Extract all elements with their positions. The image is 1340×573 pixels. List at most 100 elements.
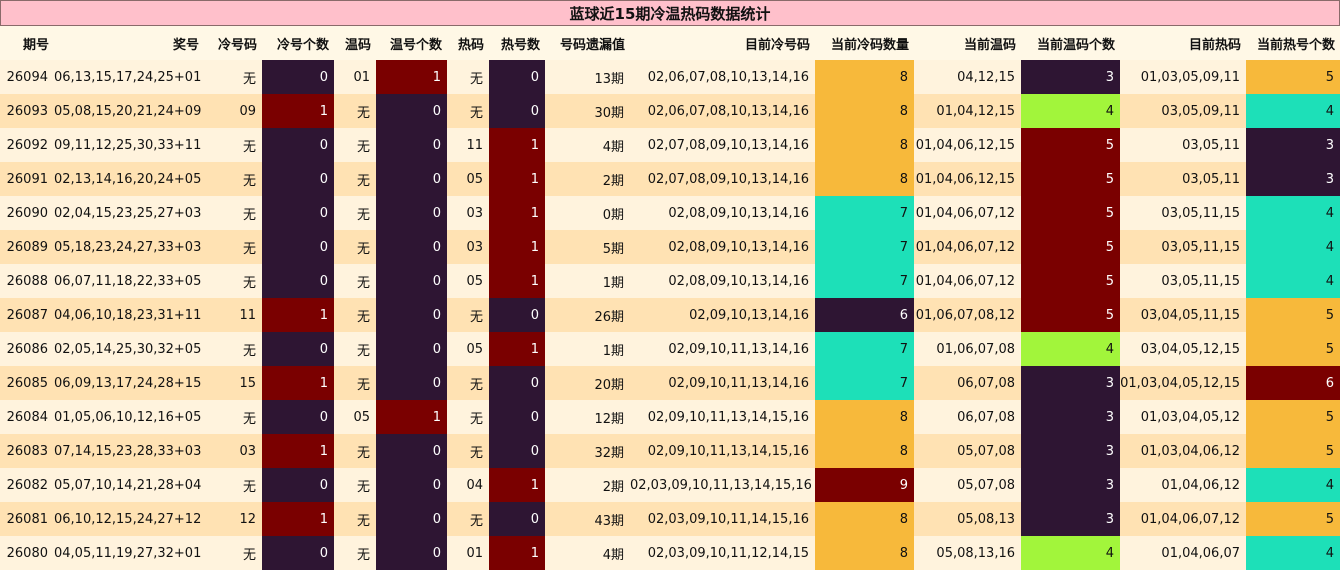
cell-warm-number: 无 [334, 230, 376, 264]
cell-current-cold: 02,03,09,10,11,12,14,15 [630, 536, 815, 570]
cell-current-hot: 01,03,05,09,11 [1120, 60, 1246, 94]
cell-current-cold: 02,09,10,11,13,14,15,16 [630, 434, 815, 468]
cell-hot-number: 04 [447, 468, 489, 502]
cell-current-warm: 01,06,07,08,12 [914, 298, 1021, 332]
cell-cold-count: 0 [262, 128, 334, 162]
cell-cold-number: 无 [204, 196, 262, 230]
cell-current-hot: 03,04,05,12,15 [1120, 332, 1246, 366]
cell-current-hot-count: 4 [1246, 536, 1340, 570]
cell-current-warm: 06,07,08 [914, 400, 1021, 434]
cell-current-cold-count: 9 [815, 468, 914, 502]
cell-warm-number: 无 [334, 434, 376, 468]
cell-current-cold: 02,08,09,10,13,14,16 [630, 264, 815, 298]
col-header-current-warm-count: 当前温码个数 [1021, 26, 1120, 60]
cell-draw: 06,07,11,18,22,33+05 [54, 264, 204, 298]
cell-current-cold: 02,06,07,08,10,13,14,16 [630, 94, 815, 128]
cell-hot-number: 无 [447, 434, 489, 468]
cell-warm-count: 1 [376, 400, 447, 434]
cell-omission: 0期 [545, 196, 630, 230]
cell-cold-number: 无 [204, 332, 262, 366]
cell-current-cold-count: 8 [815, 162, 914, 196]
table-row: 26093 05,08,15,20,21,24+09 09 1 无 0 无 0 30期 02,06… [0, 94, 1340, 128]
cell-current-warm-count: 4 [1021, 536, 1120, 570]
cell-warm-count: 0 [376, 162, 447, 196]
cell-current-cold-count: 7 [815, 196, 914, 230]
cell-current-hot-count: 3 [1246, 162, 1340, 196]
cell-hot-count: 0 [489, 60, 545, 94]
cell-hot-count: 1 [489, 230, 545, 264]
cell-cold-count: 1 [262, 434, 334, 468]
cell-current-hot: 03,04,05,11,15 [1120, 298, 1246, 332]
col-header-current-warm: 当前温码 [914, 26, 1021, 60]
table-row: 26087 04,06,10,18,23,31+11 11 1 无 0 无 0 26期 02,09… [0, 298, 1340, 332]
cell-current-hot: 03,05,09,11 [1120, 94, 1246, 128]
col-header-warm-number: 温码 [334, 26, 376, 60]
cell-hot-number: 无 [447, 60, 489, 94]
cell-warm-count: 0 [376, 128, 447, 162]
cell-hot-count: 1 [489, 162, 545, 196]
cell-draw: 05,18,23,24,27,33+03 [54, 230, 204, 264]
cell-omission: 2期 [545, 468, 630, 502]
cell-hot-count: 0 [489, 298, 545, 332]
col-header-current-hot: 目前热码 [1120, 26, 1246, 60]
cell-hot-count: 1 [489, 196, 545, 230]
cell-current-warm-count: 5 [1021, 230, 1120, 264]
cell-current-warm-count: 5 [1021, 196, 1120, 230]
col-header-period: 期号 [0, 26, 54, 60]
cell-period: 26087 [0, 298, 54, 332]
cell-cold-number: 无 [204, 162, 262, 196]
cell-hot-number: 无 [447, 502, 489, 536]
cell-cold-count: 1 [262, 366, 334, 400]
cell-current-warm-count: 3 [1021, 60, 1120, 94]
cell-hot-number: 03 [447, 196, 489, 230]
cell-current-hot: 03,05,11,15 [1120, 196, 1246, 230]
cell-cold-number: 12 [204, 502, 262, 536]
cell-current-cold-count: 8 [815, 94, 914, 128]
cell-current-hot-count: 4 [1246, 94, 1340, 128]
cell-current-cold-count: 8 [815, 400, 914, 434]
cell-draw: 04,06,10,18,23,31+11 [54, 298, 204, 332]
cell-current-hot-count: 4 [1246, 468, 1340, 502]
cell-current-hot-count: 5 [1246, 298, 1340, 332]
cell-current-hot-count: 4 [1246, 264, 1340, 298]
cell-current-warm: 05,07,08 [914, 434, 1021, 468]
cell-current-cold-count: 8 [815, 536, 914, 570]
cell-warm-number: 无 [334, 162, 376, 196]
cell-cold-number: 03 [204, 434, 262, 468]
cell-current-hot: 01,03,04,05,12,15 [1120, 366, 1246, 400]
cell-draw: 06,13,15,17,24,25+01 [54, 60, 204, 94]
cell-current-warm-count: 5 [1021, 162, 1120, 196]
cell-current-hot: 01,04,06,12 [1120, 468, 1246, 502]
cell-current-warm: 01,04,06,12,15 [914, 128, 1021, 162]
cell-cold-count: 1 [262, 298, 334, 332]
cell-warm-number: 无 [334, 128, 376, 162]
cell-hot-count: 0 [489, 366, 545, 400]
cell-period: 26086 [0, 332, 54, 366]
table-row: 26085 06,09,13,17,24,28+15 15 1 无 0 无 0 20期 02,09… [0, 366, 1340, 400]
cell-omission: 4期 [545, 536, 630, 570]
cell-period: 26089 [0, 230, 54, 264]
cell-hot-count: 1 [489, 536, 545, 570]
cell-omission: 2期 [545, 162, 630, 196]
cell-current-warm: 05,08,13 [914, 502, 1021, 536]
cell-current-hot: 01,03,04,06,12 [1120, 434, 1246, 468]
cell-hot-number: 无 [447, 298, 489, 332]
col-header-current-cold-count: 当前冷码数量 [815, 26, 914, 60]
cell-current-cold: 02,08,09,10,13,14,16 [630, 196, 815, 230]
cell-current-warm-count: 3 [1021, 400, 1120, 434]
cell-hot-number: 05 [447, 332, 489, 366]
cell-hot-count: 0 [489, 94, 545, 128]
cell-period: 26084 [0, 400, 54, 434]
cell-current-cold-count: 8 [815, 60, 914, 94]
cell-cold-number: 15 [204, 366, 262, 400]
cell-current-warm: 01,04,06,07,12 [914, 230, 1021, 264]
cell-current-hot-count: 3 [1246, 128, 1340, 162]
cell-omission: 32期 [545, 434, 630, 468]
cell-warm-number: 无 [334, 196, 376, 230]
cell-hot-count: 0 [489, 400, 545, 434]
cell-cold-number: 无 [204, 264, 262, 298]
cell-warm-number: 无 [334, 468, 376, 502]
cell-cold-count: 1 [262, 94, 334, 128]
cell-omission: 1期 [545, 264, 630, 298]
table-row: 26088 06,07,11,18,22,33+05 无 0 无 0 05 1 1期 02,08,… [0, 264, 1340, 298]
